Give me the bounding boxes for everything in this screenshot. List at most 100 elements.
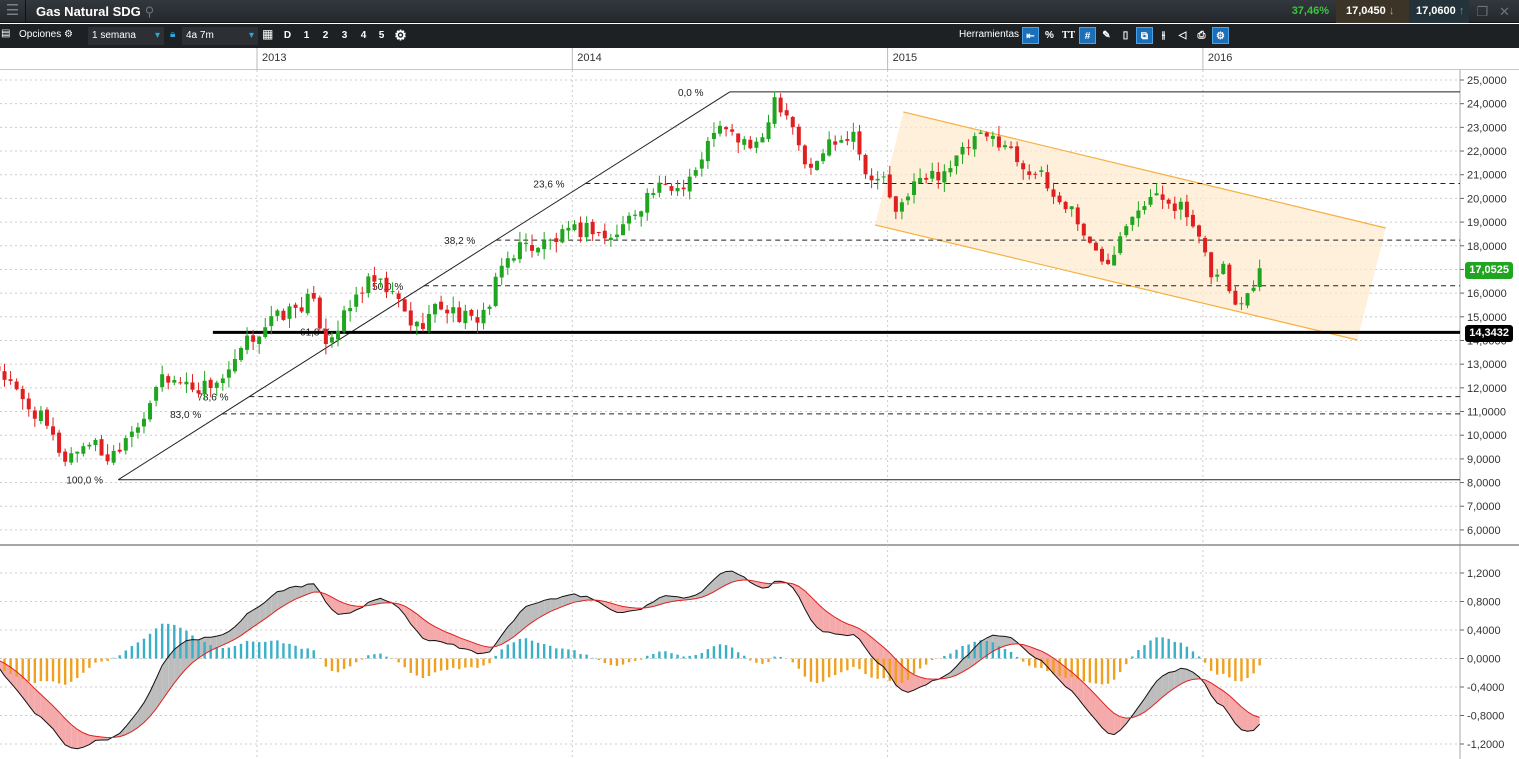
candle-body	[633, 214, 638, 216]
macd-histogram-bar	[627, 658, 631, 663]
macd-histogram-bar	[1094, 658, 1098, 684]
candle-body	[87, 444, 92, 447]
candle-body	[160, 374, 165, 388]
macd-histogram-bar	[834, 658, 837, 676]
macd-histogram-bar	[755, 658, 758, 663]
macd-histogram-bar	[1197, 656, 1201, 659]
macd-histogram-bar	[761, 658, 764, 664]
candle-body	[505, 258, 510, 268]
candle-body	[311, 293, 316, 299]
y-tick-label: 15,0000	[1467, 312, 1507, 324]
macd-histogram-bar	[361, 658, 364, 660]
macd-histogram-bar	[639, 658, 643, 660]
candle-body	[1166, 199, 1171, 204]
macd-histogram-bar	[585, 654, 588, 659]
macd-histogram-bar	[300, 648, 303, 659]
macd-histogram-bar	[324, 658, 328, 667]
candle-body	[232, 359, 237, 372]
y-tick-label: 8,0000	[1467, 478, 1501, 490]
macd-histogram-bar	[518, 638, 522, 659]
y-tick-label: 9,0000	[1467, 454, 1501, 466]
macd-histogram-bar	[45, 658, 49, 682]
candle-body	[214, 382, 219, 388]
macd-histogram-bar	[524, 638, 528, 659]
macd-histogram-bar	[900, 658, 904, 684]
macd-histogram-bar	[1082, 658, 1086, 682]
macd-histogram-bar	[809, 658, 813, 682]
candle-body	[766, 122, 771, 140]
fibonacci-level-label: 23,6 %	[533, 179, 564, 190]
candle-body	[669, 186, 674, 191]
candle-body	[554, 238, 559, 242]
candle-body	[1100, 248, 1105, 262]
macd-histogram-bar	[1161, 637, 1164, 659]
candle-body	[724, 127, 729, 130]
candle-body	[1063, 201, 1068, 210]
candle-body	[796, 126, 801, 146]
macd-histogram-bar	[791, 658, 794, 663]
macd-histogram-bar	[1118, 658, 1122, 673]
candle-body	[930, 170, 935, 179]
candle-body	[190, 382, 195, 390]
candle-body	[372, 275, 377, 282]
macd-histogram-bar	[1028, 658, 1031, 666]
macd-histogram-bar	[1112, 658, 1116, 680]
macd-histogram-bar	[282, 643, 285, 659]
candle-body	[348, 308, 353, 312]
macd-histogram-bar	[894, 658, 898, 685]
macd-histogram-bar	[203, 641, 206, 659]
candle-body	[984, 132, 989, 137]
macd-histogram-bar	[185, 630, 188, 659]
candle-body	[317, 297, 322, 329]
macd-histogram-bar	[233, 646, 237, 659]
candle-body	[918, 178, 923, 184]
candle-body	[1051, 189, 1056, 197]
macd-y-tick-label: 0,4000	[1467, 625, 1501, 637]
candle-body	[1106, 259, 1111, 264]
candle-body	[396, 293, 401, 300]
candle-body	[608, 237, 613, 240]
macd-histogram-bar	[51, 658, 55, 682]
candle-body	[1245, 293, 1250, 306]
candle-body	[463, 310, 468, 324]
macd-histogram-bar	[124, 650, 127, 659]
candle-body	[342, 310, 347, 332]
candle-body	[602, 230, 607, 239]
macd-histogram-bar	[57, 658, 61, 684]
macd-histogram-bar	[494, 655, 497, 659]
candle-body	[451, 307, 456, 314]
candle-body	[772, 97, 777, 124]
macd-y-tick-label: 0,8000	[1467, 597, 1501, 609]
candle-body	[487, 306, 492, 309]
candle-body	[111, 450, 116, 463]
macd-y-tick-label: 1,2000	[1467, 568, 1501, 580]
macd-histogram-bar	[106, 658, 109, 661]
candle-body	[954, 155, 959, 167]
price-chart[interactable]: 25,0000 24,0000 23,0000 22,0000 21,0000 20,00…	[0, 0, 1519, 759]
macd-histogram-bar	[409, 658, 412, 673]
macd-histogram-bar	[821, 658, 825, 682]
candle-body	[560, 229, 565, 243]
candle-body	[1227, 264, 1232, 292]
candle-body	[329, 337, 334, 343]
candle-body	[166, 376, 171, 383]
candle-body	[257, 336, 262, 344]
macd-histogram-bar	[1209, 658, 1213, 671]
macd-histogram-bar	[167, 623, 170, 659]
macd-histogram-bar	[76, 658, 79, 678]
candle-body	[899, 202, 904, 212]
macd-histogram-bar	[1191, 651, 1195, 659]
candle-body	[360, 292, 365, 294]
candle-body	[1239, 303, 1244, 305]
macd-histogram-bar	[397, 658, 400, 663]
macd-histogram-bar	[743, 655, 746, 659]
candle-body	[202, 380, 207, 394]
macd-histogram-bar	[1143, 645, 1146, 659]
candle-body	[287, 306, 292, 319]
macd-histogram-bar	[63, 658, 67, 685]
macd-histogram-bar	[342, 658, 346, 669]
candle-body	[69, 453, 74, 463]
y-tick-label: 16,0000	[1467, 288, 1507, 300]
candle-body	[154, 387, 159, 401]
macd-histogram-bar	[1046, 658, 1049, 672]
